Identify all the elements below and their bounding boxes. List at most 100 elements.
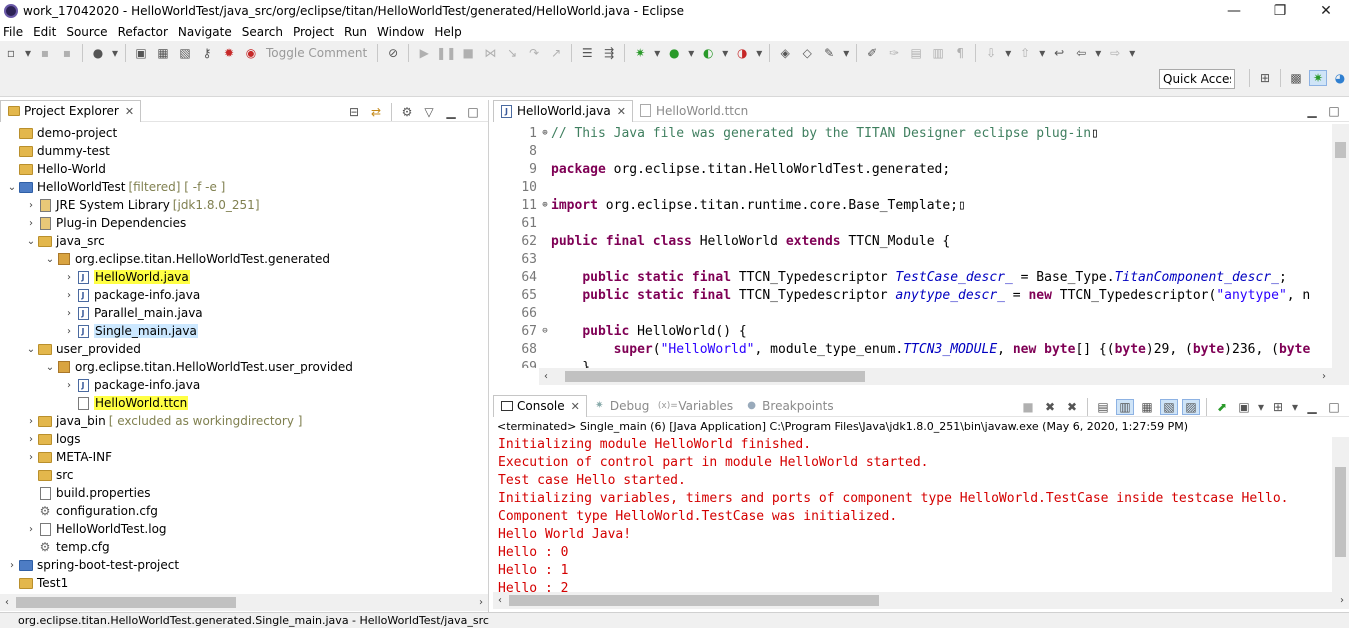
tab-helloworld-java[interactable]: J HelloWorld.java ✕ — [493, 99, 633, 122]
menu-source[interactable]: Source — [63, 25, 114, 39]
chevron-right-icon[interactable]: › — [63, 290, 75, 301]
external-tools-dropdown-icon[interactable]: ▾ — [755, 45, 763, 61]
show-console-error-icon[interactable]: ▨ — [1182, 399, 1200, 415]
open-type-icon[interactable]: ◇ — [798, 45, 816, 61]
tree-item[interactable]: › java_bin[ excluded as workingdirectory … — [0, 412, 302, 430]
chevron-down-icon[interactable]: ⌄ — [44, 254, 56, 265]
fold-toggle-icon[interactable]: ⊕ — [539, 128, 551, 138]
tree-item[interactable]: › spring-boot-test-project — [0, 556, 179, 574]
tree-item[interactable]: ⌄ HelloWorldTest [filtered] [ -f -e ] — [0, 178, 226, 196]
show-whitespace-icon[interactable]: ▤ — [907, 45, 925, 61]
toggle-block-selection-icon[interactable]: ✑ — [885, 45, 903, 61]
collapse-all-icon[interactable]: ⊟ — [345, 104, 363, 120]
tree-item[interactable]: › Jpackage-info.java — [0, 286, 200, 304]
tree-item[interactable]: HelloWorld.ttcn — [0, 394, 189, 412]
scrollbar-thumb[interactable] — [1335, 142, 1346, 158]
menu-edit[interactable]: Edit — [30, 25, 63, 39]
tree-item[interactable]: › Plug-in Dependencies — [0, 214, 186, 232]
menu-window[interactable]: Window — [374, 25, 431, 39]
tree-item[interactable]: › Jpackage-info.java — [0, 376, 200, 394]
scroll-right-icon[interactable]: › — [1317, 368, 1331, 385]
tree-item[interactable]: › J Single_main.java — [0, 322, 198, 340]
close-icon[interactable]: ✕ — [125, 105, 134, 118]
java-perspective-icon[interactable]: ▩ — [1287, 70, 1305, 86]
chevron-down-icon[interactable]: ⌄ — [25, 236, 37, 247]
editor-vertical-scrollbar[interactable] — [1332, 124, 1349, 368]
titan-key-icon[interactable]: ⚷ — [198, 45, 216, 61]
minimize-view-icon[interactable]: ▁ — [1303, 399, 1321, 415]
editor-horizontal-scrollbar[interactable]: ‹ › — [539, 368, 1349, 385]
clear-console-icon[interactable]: ▤ — [1094, 399, 1112, 415]
save-all-icon[interactable]: ▪ — [58, 45, 76, 61]
forward-icon[interactable]: ⇨ — [1106, 45, 1124, 61]
word-wrap-icon[interactable]: ▥ — [929, 45, 947, 61]
minimize-button[interactable]: — — [1211, 0, 1257, 22]
chevron-right-icon[interactable]: › — [25, 434, 37, 445]
quick-access-input[interactable] — [1159, 69, 1235, 89]
new-dropdown-icon[interactable]: ▾ — [24, 45, 32, 61]
menu-file[interactable]: File — [0, 25, 30, 39]
scroll-right-icon[interactable]: › — [1335, 592, 1349, 609]
console-vertical-scrollbar[interactable] — [1332, 437, 1349, 592]
tree-item[interactable]: › HelloWorldTest.log — [0, 520, 167, 538]
explorer-horizontal-scrollbar[interactable]: ‹ › — [0, 594, 488, 611]
maximize-view-icon[interactable]: □ — [464, 104, 482, 120]
menu-help[interactable]: Help — [431, 25, 468, 39]
previous-annotation-icon[interactable]: ⇧ — [1016, 45, 1034, 61]
search-dropdown-icon[interactable]: ▾ — [842, 45, 850, 61]
open-console-dropdown-icon[interactable]: ▾ — [1291, 399, 1299, 415]
debug-perspective-icon[interactable]: ✷ — [1309, 70, 1327, 86]
step-over-icon[interactable]: ↷ — [525, 45, 543, 61]
titan-perspective-icon[interactable]: ◕ — [1331, 70, 1349, 86]
menu-navigate[interactable]: Navigate — [175, 25, 239, 39]
show-console-output-icon[interactable]: ▧ — [1160, 399, 1178, 415]
skip-breakpoints-icon[interactable]: ⊘ — [384, 45, 402, 61]
titan-exec-icon[interactable]: ▧ — [176, 45, 194, 61]
console-view-icon[interactable]: ▣ — [132, 45, 150, 61]
close-icon[interactable]: ✕ — [617, 105, 626, 118]
tree-item[interactable]: dummy-test — [0, 142, 110, 160]
console-horizontal-scrollbar[interactable]: ‹ › — [493, 592, 1349, 609]
menu-search[interactable]: Search — [239, 25, 290, 39]
titan-build-icon[interactable]: ▦ — [154, 45, 172, 61]
scroll-left-icon[interactable]: ‹ — [0, 594, 14, 611]
word-wrap-icon[interactable]: ▦ — [1138, 399, 1156, 415]
tree-item[interactable]: › J Parallel_main.java — [0, 304, 203, 322]
back-dropdown-icon[interactable]: ▾ — [1094, 45, 1102, 61]
drop-frame-icon[interactable]: ☰ — [578, 45, 596, 61]
tree-item[interactable]: ⌄ user_provided — [0, 340, 141, 358]
tab-console[interactable]: Console ✕ — [493, 394, 587, 417]
maximize-view-icon[interactable]: □ — [1325, 103, 1343, 119]
suspend-icon[interactable]: ❚❚ — [436, 45, 456, 61]
tab-variables[interactable]: (x)= Variables — [655, 395, 739, 417]
menu-refactor[interactable]: Refactor — [115, 25, 175, 39]
terminate-icon[interactable]: ■ — [1019, 399, 1037, 415]
tab-breakpoints[interactable]: ● Breakpoints — [739, 395, 839, 417]
tree-item[interactable]: › J HelloWorld.java — [0, 268, 190, 286]
scrollbar-thumb[interactable] — [565, 371, 865, 382]
last-edit-location-icon[interactable]: ↩ — [1050, 45, 1068, 61]
new-java-package-icon[interactable]: ◈ — [776, 45, 794, 61]
profile-dropdown-icon[interactable]: ▾ — [111, 45, 119, 61]
toggle-comment-button[interactable]: Toggle Comment — [266, 46, 367, 60]
view-menu-icon[interactable]: ▽ — [420, 104, 438, 120]
display-selected-console-icon[interactable]: ▣ — [1235, 399, 1253, 415]
resume-icon[interactable]: ▶ — [415, 45, 433, 61]
chevron-right-icon[interactable]: › — [25, 218, 37, 229]
chevron-right-icon[interactable]: › — [6, 560, 18, 571]
chevron-right-icon[interactable]: › — [63, 380, 75, 391]
save-icon[interactable]: ▪ — [36, 45, 54, 61]
scrollbar-thumb[interactable] — [16, 597, 236, 608]
scrollbar-thumb[interactable] — [509, 595, 879, 606]
pin-console-icon[interactable]: ⬈ — [1213, 399, 1231, 415]
menu-project[interactable]: Project — [290, 25, 341, 39]
tree-item[interactable]: ⌄ org.eclipse.titan.HelloWorldTest.user_p… — [0, 358, 353, 376]
scrollbar-thumb[interactable] — [1335, 467, 1346, 557]
open-perspective-icon[interactable]: ⊞ — [1256, 70, 1274, 86]
step-return-icon[interactable]: ↗ — [547, 45, 565, 61]
chevron-down-icon[interactable]: ⌄ — [6, 182, 18, 193]
console-output[interactable]: Initializing module HelloWorld finished.… — [498, 437, 1328, 592]
tab-helloworld-ttcn[interactable]: HelloWorld.ttcn — [633, 100, 754, 122]
next-annotation-dropdown-icon[interactable]: ▾ — [1004, 45, 1012, 61]
tree-item[interactable]: src — [0, 466, 74, 484]
